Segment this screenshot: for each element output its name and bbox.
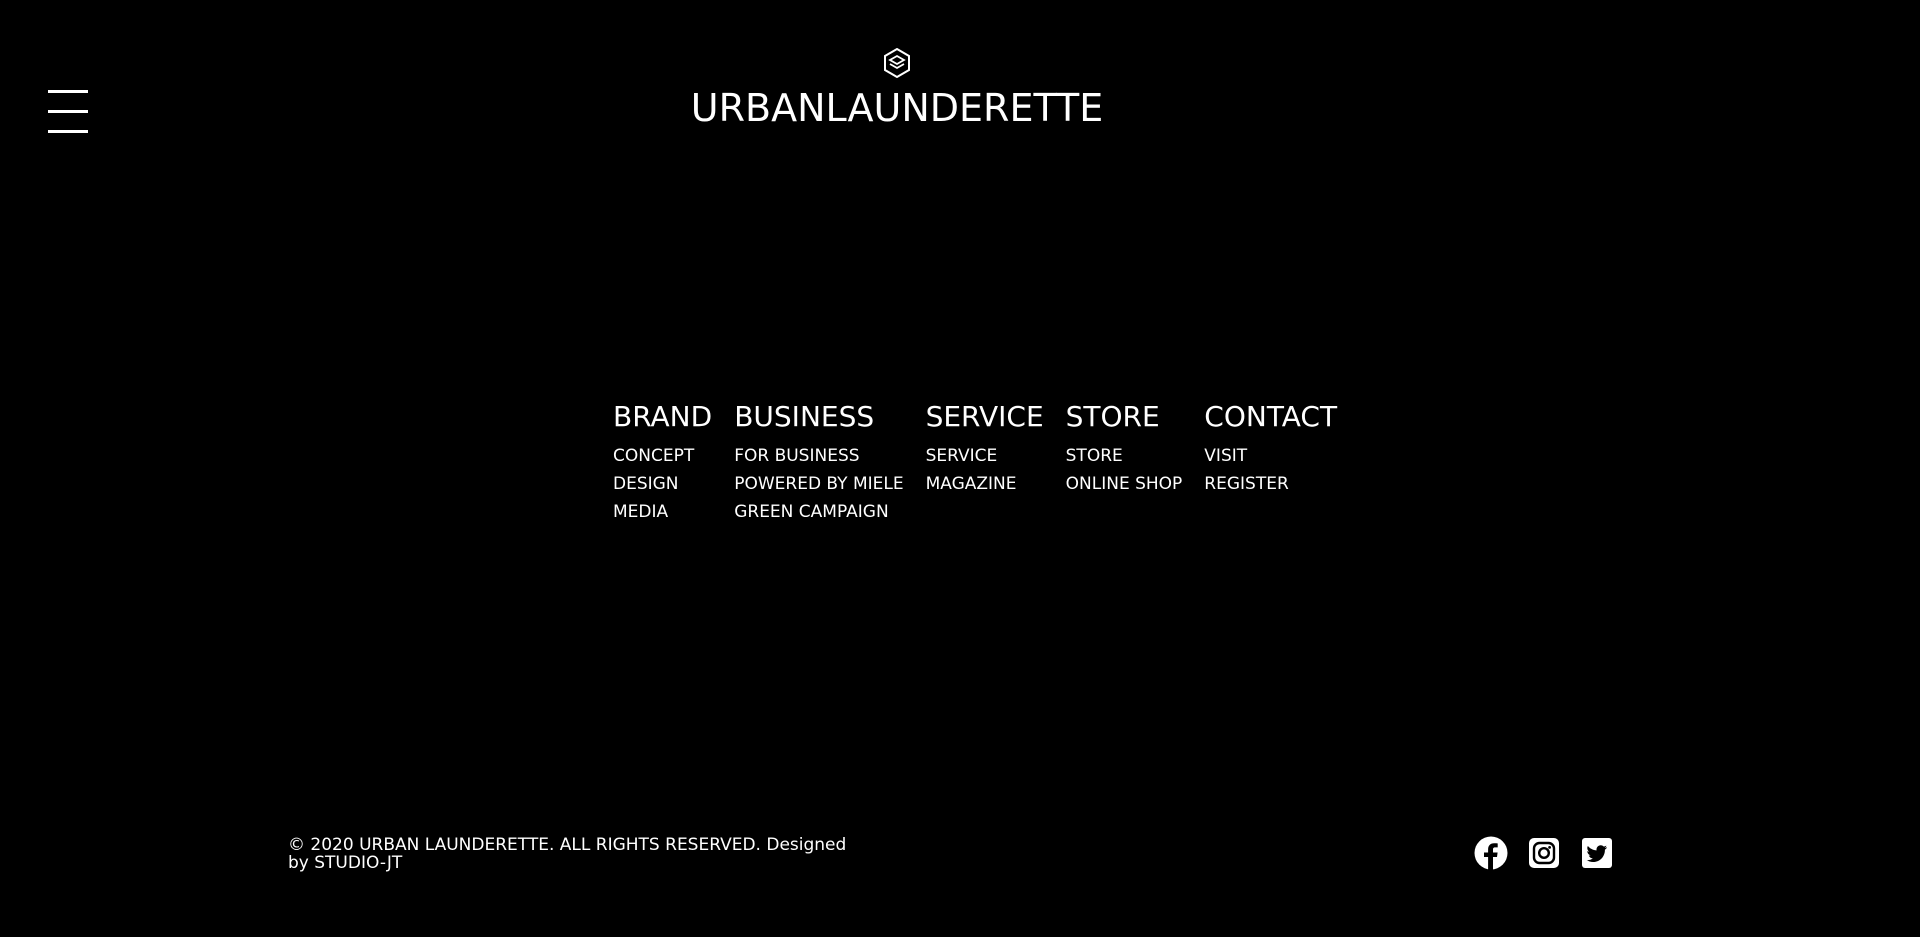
logo-text[interactable]: URBANLAUNDERETTE — [0, 86, 1794, 130]
menu-link-visit[interactable]: VISIT — [1204, 442, 1337, 470]
twitter-icon[interactable] — [1580, 836, 1614, 870]
menu-link-powered-by-miele[interactable]: POWERED BY MIELE — [734, 470, 903, 498]
site-logo: URBANLAUNDERETTE — [0, 47, 1794, 130]
menu-link-green-campaign[interactable]: GREEN CAMPAIGN — [734, 498, 903, 526]
menu-column-service: SERVICE SERVICE MAGAZINE — [926, 398, 1044, 526]
menu-link-media[interactable]: MEDIA — [613, 498, 712, 526]
menu-column-business: BUSINESS FOR BUSINESS POWERED BY MIELE G… — [734, 398, 903, 526]
menu-heading-business[interactable]: BUSINESS — [734, 398, 903, 436]
social-links — [1474, 836, 1614, 870]
logo-mark-icon[interactable] — [882, 47, 912, 79]
menu-heading-service[interactable]: SERVICE — [926, 398, 1044, 436]
page: URBANLAUNDERETTE BRAND CONCEPT DESIGN ME… — [0, 0, 1920, 937]
menu-link-for-business[interactable]: FOR BUSINESS — [734, 442, 903, 470]
menu-heading-contact[interactable]: CONTACT — [1204, 398, 1337, 436]
menu-column-brand: BRAND CONCEPT DESIGN MEDIA — [613, 398, 712, 526]
menu-column-contact: CONTACT VISIT REGISTER — [1204, 398, 1337, 526]
menu-link-online-shop[interactable]: ONLINE SHOP — [1066, 470, 1183, 498]
main-menu: BRAND CONCEPT DESIGN MEDIA BUSINESS FOR … — [613, 398, 1337, 526]
menu-link-register[interactable]: REGISTER — [1204, 470, 1337, 498]
facebook-icon[interactable] — [1474, 836, 1508, 870]
menu-heading-store[interactable]: STORE — [1066, 398, 1183, 436]
menu-link-concept[interactable]: CONCEPT — [613, 442, 712, 470]
menu-link-store[interactable]: STORE — [1066, 442, 1183, 470]
footer-copyright: © 2020 URBAN LAUNDERETTE. ALL RIGHTS RES… — [288, 835, 847, 873]
menu-link-design[interactable]: DESIGN — [613, 470, 712, 498]
menu-column-store: STORE STORE ONLINE SHOP — [1066, 398, 1183, 526]
instagram-icon[interactable] — [1527, 836, 1561, 870]
menu-link-service[interactable]: SERVICE — [926, 442, 1044, 470]
menu-link-magazine[interactable]: MAGAZINE — [926, 470, 1044, 498]
menu-heading-brand[interactable]: BRAND — [613, 398, 712, 436]
